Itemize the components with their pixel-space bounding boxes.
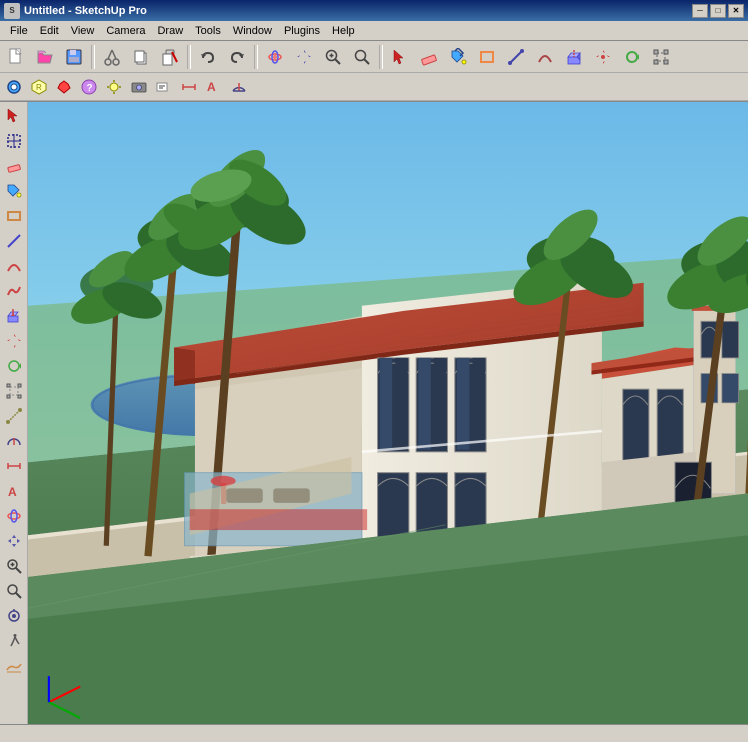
lt-walk[interactable]: [2, 629, 26, 653]
menu-view[interactable]: View: [65, 23, 101, 39]
tb-new[interactable]: [2, 43, 30, 71]
svg-text:A: A: [8, 485, 17, 499]
3d-viewport[interactable]: [28, 102, 748, 739]
menu-file[interactable]: File: [4, 23, 34, 39]
svg-text:?: ?: [87, 83, 93, 94]
menu-plugins[interactable]: Plugins: [278, 23, 326, 39]
window-title: Untitled - SketchUp Pro: [24, 5, 692, 17]
tb-pan[interactable]: [290, 43, 318, 71]
lt-line[interactable]: [2, 229, 26, 253]
menu-edit[interactable]: Edit: [34, 23, 65, 39]
menu-tools[interactable]: Tools: [189, 23, 227, 39]
lt-freehand[interactable]: [2, 279, 26, 303]
app-icon: S: [4, 3, 20, 19]
menu-window[interactable]: Window: [227, 23, 278, 39]
minimize-button[interactable]: ─: [692, 4, 708, 18]
lt-sandbox[interactable]: [2, 654, 26, 678]
tb-pencil[interactable]: [152, 75, 176, 99]
tb-question[interactable]: ?: [77, 75, 101, 99]
tb-line[interactable]: [502, 43, 530, 71]
menu-draw[interactable]: Draw: [151, 23, 189, 39]
tb-camera-icon[interactable]: [127, 75, 151, 99]
lt-component[interactable]: [2, 129, 26, 153]
tb-ruby[interactable]: [52, 75, 76, 99]
status-bar: [0, 724, 748, 742]
tb-orbit[interactable]: [261, 43, 289, 71]
lt-pan[interactable]: [2, 529, 26, 553]
close-button[interactable]: ✕: [728, 4, 744, 18]
tb-cut[interactable]: [98, 43, 126, 71]
lt-select[interactable]: [2, 104, 26, 128]
lt-paint[interactable]: [2, 179, 26, 203]
window-controls: ─ □ ✕: [692, 4, 744, 18]
tb-zoom-extents[interactable]: [348, 43, 376, 71]
tb-sep-2: [187, 45, 191, 69]
lt-lookaround[interactable]: [2, 604, 26, 628]
lt-dimension[interactable]: [2, 454, 26, 478]
tb-scale[interactable]: [647, 43, 675, 71]
lt-scale[interactable]: [2, 379, 26, 403]
tb-protractor[interactable]: [227, 75, 251, 99]
menu-camera[interactable]: Camera: [100, 23, 151, 39]
tb-text-label[interactable]: A: [202, 75, 226, 99]
toolbar-row-1: [0, 41, 748, 73]
tb-rectangle[interactable]: [473, 43, 501, 71]
scene-svg: [28, 102, 748, 739]
lt-text[interactable]: A: [2, 479, 26, 503]
tb-sep-1: [91, 45, 95, 69]
tb-paste[interactable]: [156, 43, 184, 71]
tb-copy[interactable]: [127, 43, 155, 71]
tb-components[interactable]: [2, 75, 26, 99]
lt-tape[interactable]: [2, 404, 26, 428]
lt-zoom-extents-tool[interactable]: [2, 579, 26, 603]
tb-save[interactable]: [60, 43, 88, 71]
tb-sections[interactable]: R: [27, 75, 51, 99]
svg-text:R: R: [36, 83, 42, 92]
lt-zoom-tool[interactable]: [2, 554, 26, 578]
lt-eraser[interactable]: [2, 154, 26, 178]
tb-eraser[interactable]: [415, 43, 443, 71]
menu-bar: File Edit View Camera Draw Tools Window …: [0, 21, 748, 41]
tb-dim[interactable]: [177, 75, 201, 99]
toolbar-row-2: R ? A: [0, 73, 748, 101]
tb-select[interactable]: [386, 43, 414, 71]
menu-help[interactable]: Help: [326, 23, 361, 39]
tb-pushpull[interactable]: [560, 43, 588, 71]
lt-rectangle[interactable]: [2, 204, 26, 228]
tb-open[interactable]: [31, 43, 59, 71]
lt-protractor[interactable]: [2, 429, 26, 453]
tb-sep-3: [254, 45, 258, 69]
lt-pushpull[interactable]: [2, 304, 26, 328]
tb-undo[interactable]: [194, 43, 222, 71]
title-bar: S Untitled - SketchUp Pro ─ □ ✕: [0, 0, 748, 21]
left-toolbar: A: [0, 102, 28, 739]
tb-sun[interactable]: [102, 75, 126, 99]
tb-sep-4: [379, 45, 383, 69]
svg-text:A: A: [207, 80, 216, 94]
main-layout: A: [0, 102, 748, 739]
tb-arc[interactable]: [531, 43, 559, 71]
lt-rotate[interactable]: [2, 354, 26, 378]
tb-move[interactable]: [589, 43, 617, 71]
lt-orbit[interactable]: [2, 504, 26, 528]
lt-arc[interactable]: [2, 254, 26, 278]
toolbar-area: R ? A: [0, 41, 748, 102]
maximize-button[interactable]: □: [710, 4, 726, 18]
tb-zoom[interactable]: [319, 43, 347, 71]
lt-move[interactable]: [2, 329, 26, 353]
tb-redo[interactable]: [223, 43, 251, 71]
tb-rotate[interactable]: [618, 43, 646, 71]
tb-paint[interactable]: [444, 43, 472, 71]
